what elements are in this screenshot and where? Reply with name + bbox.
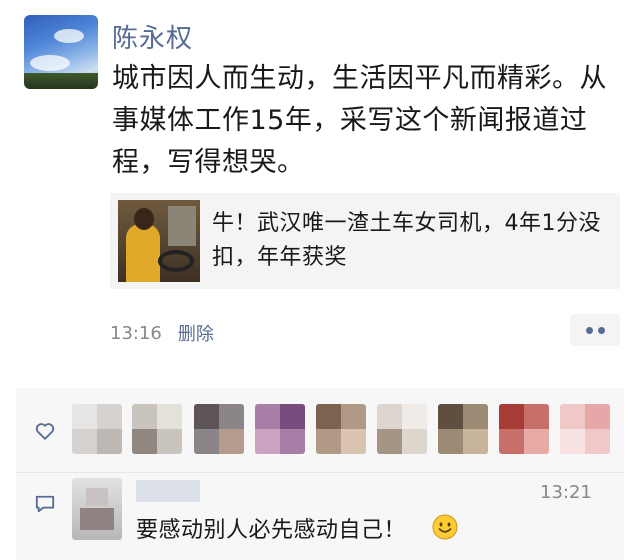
liker-avatar[interactable]: [377, 404, 427, 454]
liker-avatar[interactable]: [132, 404, 182, 454]
comment-icon: [35, 495, 55, 513]
liker-avatar[interactable]: [72, 404, 122, 454]
heart-icon: [35, 423, 55, 440]
avatar-cloud: [54, 29, 84, 43]
author-avatar[interactable]: [24, 15, 98, 89]
author-name[interactable]: 陈永权: [112, 18, 193, 55]
delete-button[interactable]: 删除: [178, 320, 214, 346]
comment-time: 13:21: [540, 482, 592, 503]
panel-divider: [16, 472, 624, 473]
liker-avatar[interactable]: [194, 404, 244, 454]
smile-emoji-icon: [432, 514, 458, 540]
liker-avatar[interactable]: [316, 404, 366, 454]
commenter-name[interactable]: [136, 480, 200, 502]
liker-avatar[interactable]: [499, 404, 549, 454]
shared-link-card[interactable]: 牛！武汉唯一渣土车女司机，4年1分没扣，年年获奖: [110, 193, 620, 289]
more-dots-icon[interactable]: [570, 314, 620, 346]
avatar-cloud: [30, 55, 70, 71]
post-time: 13:16: [110, 322, 162, 344]
post-meta: 13:16 删除: [110, 320, 214, 346]
liker-avatar[interactable]: [255, 404, 305, 454]
link-title: 牛！武汉唯一渣土车女司机，4年1分没扣，年年获奖: [212, 211, 601, 270]
commenter-avatar[interactable]: [72, 478, 122, 540]
comment-text[interactable]: 要感动别人必先感动自己！: [136, 512, 406, 544]
avatar-trees: [24, 73, 98, 89]
liker-avatars: [72, 404, 617, 456]
liker-avatar[interactable]: [560, 404, 610, 454]
liker-avatar[interactable]: [438, 404, 488, 454]
link-thumbnail: [118, 200, 200, 282]
post-text: 城市因人而生动，生活因平凡而精彩。从事媒体工作15年，采写这个新闻报道过程，写得…: [112, 63, 607, 178]
